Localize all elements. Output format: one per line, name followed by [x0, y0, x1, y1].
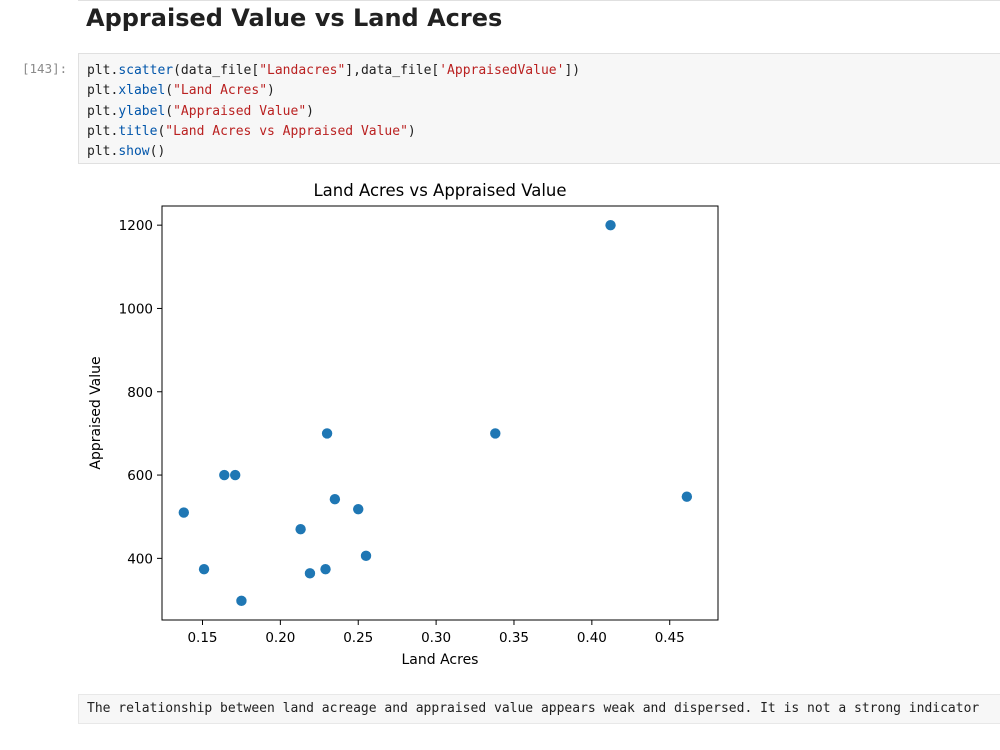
scatter-point — [329, 494, 341, 505]
y-tick-label: 1000 — [119, 301, 153, 317]
code-token: plt — [87, 103, 111, 119]
code-token: xlabel — [118, 83, 166, 99]
markdown-cell[interactable]: The relationship between land acreage an… — [78, 694, 1000, 724]
code-token: () — [149, 144, 166, 160]
code-token: ylabel — [118, 103, 166, 119]
x-tick-label: 0.35 — [499, 630, 529, 646]
code-token: ) — [407, 123, 416, 139]
x-tick-label: 0.25 — [343, 630, 373, 646]
scatter-point — [178, 507, 190, 518]
markdown-text: The relationship between land acreage an… — [87, 701, 980, 716]
plot-area — [161, 205, 719, 621]
x-tick-label: 0.15 — [187, 630, 217, 646]
code-token: "Land Acres vs Appraised Value" — [165, 123, 408, 139]
code-cell[interactable]: plt.scatter(data_file["Landacres"],data_… — [78, 53, 1000, 164]
code-token: scatter — [118, 63, 174, 78]
y-tick-label: 400 — [127, 551, 153, 567]
code-token: ( — [165, 83, 174, 99]
code-line: plt.title("Land Acres vs Appraised Value… — [87, 122, 580, 142]
scatter-point — [295, 524, 306, 535]
y-tick-label: 600 — [127, 468, 153, 484]
x-tick-label: 0.30 — [421, 630, 451, 646]
code-token: ],data_file[ — [345, 63, 440, 78]
code-token: ) — [306, 103, 314, 119]
execution-count: [143]: — [22, 61, 68, 76]
scatter-point — [490, 428, 501, 439]
code-token: plt — [87, 83, 111, 99]
scatter-point — [198, 563, 210, 575]
x-tick-label: 0.40 — [577, 630, 607, 646]
code-line: plt.xlabel("Land Acres") — [87, 81, 580, 101]
y-axis-label: Appraised Value — [88, 356, 104, 469]
code-token: ) — [267, 83, 275, 99]
scatter-point — [304, 568, 316, 579]
x-axis-label: Land Acres — [402, 652, 479, 668]
code-line: plt.ylabel("Appraised Value") — [87, 102, 580, 122]
scatter-point — [353, 504, 364, 515]
code-token: plt — [87, 63, 111, 78]
code-token: "Appraised Value" — [173, 103, 307, 119]
code-token: title — [118, 123, 158, 139]
x-tick-label: 0.20 — [265, 630, 295, 646]
y-tick-label: 800 — [127, 385, 153, 401]
code-token: plt — [87, 144, 111, 160]
x-tick-label: 0.45 — [655, 630, 685, 646]
code-token: ]) — [564, 63, 581, 78]
scatter-point — [320, 563, 331, 575]
cell-separator — [78, 0, 1000, 1]
code-token: plt — [87, 123, 111, 139]
code-token: (data_file[ — [173, 63, 260, 78]
scatter-plot: Land Acres vs Appraised Value Land Acres… — [88, 181, 719, 668]
code-token: show — [118, 144, 150, 160]
scatter-point — [681, 491, 693, 502]
scatter-point — [605, 219, 616, 231]
section-heading: Appraised Value vs Land Acres — [86, 4, 503, 32]
code-token: "Landacres" — [259, 63, 346, 78]
code-line: plt.show() — [87, 142, 580, 162]
code-token: "Land Acres" — [173, 83, 268, 99]
scatter-point — [236, 595, 247, 607]
code-editor[interactable]: plt.scatter(data_file["Landacres"],data_… — [87, 61, 580, 162]
chart-title: Land Acres vs Appraised Value — [313, 181, 566, 200]
code-token: 'AppraisedValue' — [439, 63, 565, 78]
scatter-point — [219, 469, 230, 481]
code-token: ( — [165, 103, 174, 119]
code-line: plt.scatter(data_file["Landacres"],data_… — [87, 61, 580, 81]
scatter-point — [321, 428, 333, 439]
scatter-point — [229, 469, 241, 481]
scatter-point — [360, 550, 372, 562]
y-tick-label: 1200 — [119, 218, 153, 234]
